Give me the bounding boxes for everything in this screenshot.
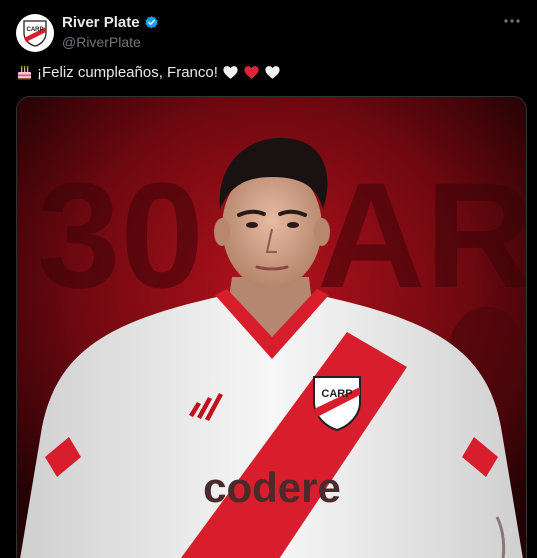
account-name-row: River Plate: [62, 14, 159, 31]
player-photo: 30 ARP CAR: [17, 97, 526, 558]
tweet-text-content: ¡Feliz cumpleaños, Franco!: [37, 64, 218, 81]
svg-text:CARP: CARP: [321, 388, 352, 400]
tweet-text: ¡Feliz cumpleaños, Franco!: [16, 64, 281, 81]
background-letters: ARP: [317, 151, 526, 319]
red-heart-icon: [243, 64, 260, 81]
tweet-media-image[interactable]: 30 ARP CAR: [16, 96, 527, 558]
river-plate-crest-icon: CARP: [23, 20, 47, 47]
white-heart-icon: [264, 64, 281, 81]
more-options-icon[interactable]: [501, 10, 523, 32]
birthday-cake-icon: [16, 64, 33, 81]
display-name[interactable]: River Plate: [62, 14, 140, 31]
white-heart-icon: [222, 64, 239, 81]
sponsor-logo: codere: [203, 464, 341, 511]
background-number: 30: [37, 151, 204, 319]
avatar[interactable]: CARP: [16, 14, 54, 52]
account-handle[interactable]: @RiverPlate: [62, 34, 141, 50]
tweet-card: CARP River Plate @RiverPlate ¡Feliz cump…: [0, 0, 537, 558]
svg-text:CARP: CARP: [26, 27, 43, 33]
verified-badge-icon: [144, 15, 159, 30]
